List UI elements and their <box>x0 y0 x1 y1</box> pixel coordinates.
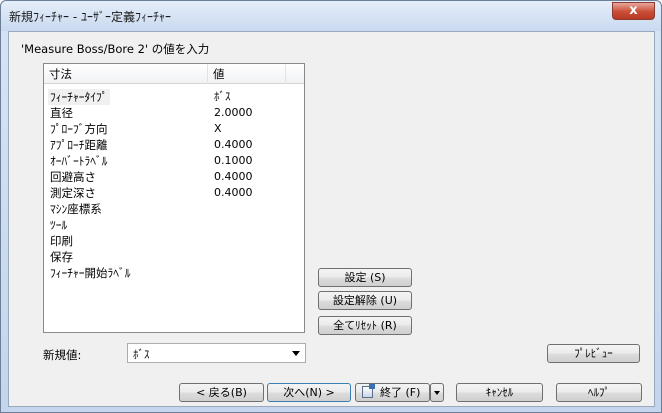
row-name: 直径 <box>50 106 73 120</box>
grid-row[interactable]: 直径 2.0000 <box>44 105 304 121</box>
new-value-dropdown[interactable]: ﾎﾞｽ <box>127 343 306 363</box>
grid-row[interactable]: 回避高さ 0.4000 <box>44 169 304 185</box>
window-title: 新規ﾌｨｰﾁｬｰ - ﾕｰｻﾞｰ定義ﾌｨｰﾁｬｰ <box>9 10 171 24</box>
next-button[interactable]: 次へ(N) > <box>267 383 351 402</box>
column-header-dimension[interactable]: 寸法 <box>44 64 208 84</box>
row-name: ﾌﾟﾛｰﾌﾞ方向 <box>50 122 108 136</box>
new-value-selected: ﾎﾞｽ <box>133 348 150 361</box>
grid-row[interactable]: ﾌﾟﾛｰﾌﾞ方向 X <box>44 121 304 137</box>
column-header-value[interactable]: 値 <box>208 64 286 84</box>
back-button[interactable]: < 戻る(B) <box>179 383 264 402</box>
title-bar[interactable]: 新規ﾌｨｰﾁｬｰ - ﾕｰｻﾞｰ定義ﾌｨｰﾁｬｰ x <box>1 1 661 31</box>
finish-options-button[interactable] <box>430 383 444 402</box>
row-name: 回避高さ <box>50 170 96 184</box>
finish-document-icon <box>362 384 375 398</box>
grid-row[interactable]: 印刷 <box>44 233 304 249</box>
row-name: ｵｰﾊﾞｰﾄﾗﾍﾞﾙ <box>50 154 108 168</box>
prompt-text: 'Measure Boss/Bore 2' の値を入力 <box>21 42 210 56</box>
new-value-label: 新規値: <box>43 348 82 362</box>
dropdown-arrow-icon[interactable] <box>292 351 300 356</box>
row-value: 0.4000 <box>214 186 253 199</box>
row-name: 保存 <box>50 250 73 264</box>
help-button[interactable]: ﾍﾙﾌﾟ <box>556 383 642 402</box>
row-value: 0.4000 <box>214 170 253 183</box>
unset-button[interactable]: 設定解除 (U) <box>318 291 412 310</box>
grid-row[interactable]: ｱﾌﾟﾛｰﾁ距離 0.4000 <box>44 137 304 153</box>
grid-row[interactable]: 保存 <box>44 249 304 265</box>
row-name: ﾌｨｰﾁｬｰ開始ﾗﾍﾞﾙ <box>50 266 131 280</box>
row-name: ﾌｨｰﾁｬｰﾀｲﾌﾟ <box>48 89 110 105</box>
grid-row[interactable]: ﾏｼﾝ座標系 <box>44 201 304 217</box>
dimension-grid[interactable]: 寸法 値 ﾌｨｰﾁｬｰﾀｲﾌﾟ ﾎﾞｽ 直径 2.0000 ﾌﾟﾛｰﾌﾞ方向 X… <box>43 63 305 333</box>
grid-row[interactable]: ﾌｨｰﾁｬｰ開始ﾗﾍﾞﾙ <box>44 265 304 281</box>
set-button[interactable]: 設定 (S) <box>318 268 412 287</box>
close-button[interactable]: x <box>612 2 655 20</box>
chevron-down-icon <box>434 391 440 395</box>
row-name: ﾂｰﾙ <box>50 218 68 232</box>
preview-button[interactable]: ﾌﾟﾚﾋﾞｭｰ <box>547 344 640 363</box>
cancel-button[interactable]: ｷｬﾝｾﾙ <box>456 383 543 402</box>
row-name: 測定深さ <box>50 186 96 200</box>
navigation-bar: < 戻る(B) 次へ(N) > 終了 (F) ｷｬﾝｾﾙ ﾍﾙﾌﾟ <box>9 375 654 406</box>
grid-row[interactable]: 測定深さ 0.4000 <box>44 185 304 201</box>
dialog-body: 'Measure Boss/Bore 2' の値を入力 寸法 値 ﾌｨｰﾁｬｰﾀ… <box>8 31 655 407</box>
row-value: 2.0000 <box>214 106 253 119</box>
row-value: 0.4000 <box>214 138 253 151</box>
grid-row[interactable]: ﾂｰﾙ <box>44 217 304 233</box>
close-icon: x <box>629 3 638 18</box>
row-name: ﾏｼﾝ座標系 <box>50 202 102 216</box>
reset-all-button[interactable]: 全てﾘｾｯﾄ (R) <box>318 316 412 335</box>
row-value: 0.1000 <box>214 154 253 167</box>
column-header-filler <box>286 64 304 84</box>
finish-button[interactable]: 終了 (F) <box>355 383 430 402</box>
grid-row[interactable]: ﾌｨｰﾁｬｰﾀｲﾌﾟ ﾎﾞｽ <box>44 89 304 105</box>
dialog-window: 新規ﾌｨｰﾁｬｰ - ﾕｰｻﾞｰ定義ﾌｨｰﾁｬｰ x 'Measure Boss… <box>0 0 662 413</box>
row-value: ﾎﾞｽ <box>214 90 231 103</box>
row-name: 印刷 <box>50 234 73 248</box>
row-value: X <box>214 122 222 135</box>
finish-label: 終了 (F) <box>380 386 421 399</box>
row-name: ｱﾌﾟﾛｰﾁ距離 <box>50 138 108 152</box>
grid-row[interactable]: ｵｰﾊﾞｰﾄﾗﾍﾞﾙ 0.1000 <box>44 153 304 169</box>
grid-header: 寸法 値 <box>44 64 304 84</box>
